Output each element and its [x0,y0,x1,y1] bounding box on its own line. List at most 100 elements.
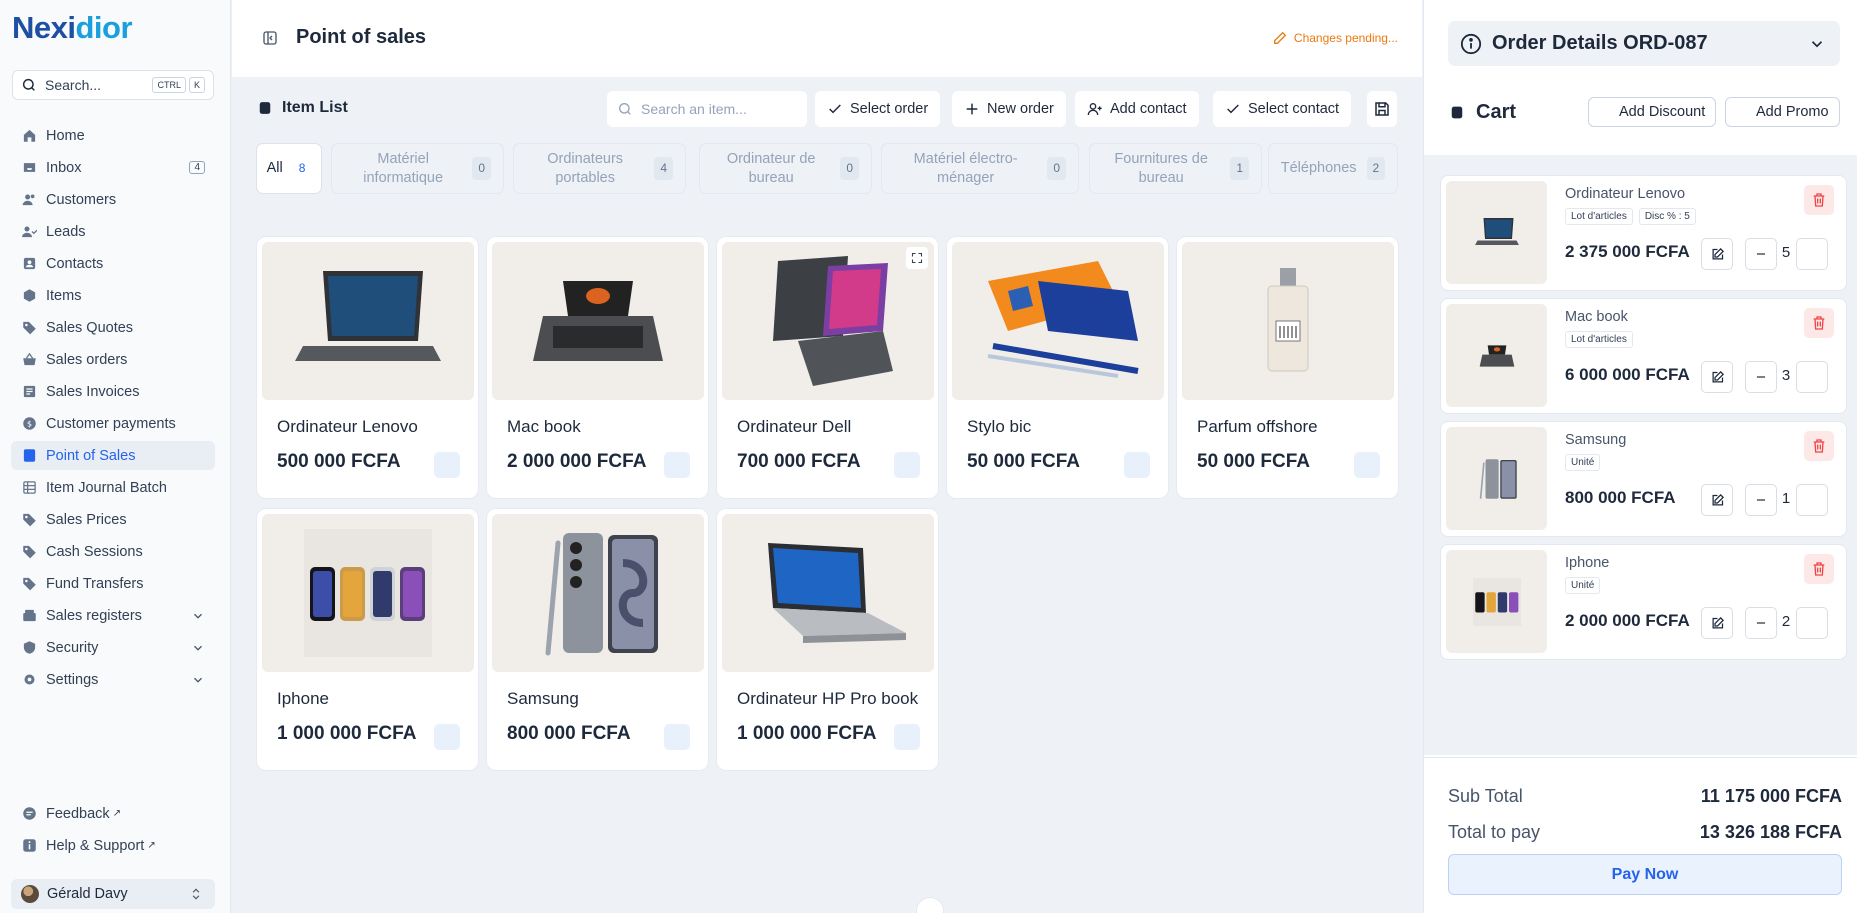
sidebar-item-item-journal-batch[interactable]: Item Journal Batch [11,473,215,502]
edit-item-button[interactable] [1701,238,1733,270]
product-quantity-button[interactable] [894,724,920,750]
sidebar-item-contacts[interactable]: Contacts [11,249,215,278]
decrease-quantity-button[interactable] [1745,361,1777,393]
product-card[interactable]: Iphone 1 000 000 FCFA [256,508,479,771]
product-price: 1 000 000 FCFA [737,723,877,744]
item-search-input[interactable] [641,101,791,117]
minus-icon [1756,622,1766,624]
user-menu[interactable]: Gérald Davy [11,879,215,909]
product-quantity-button[interactable] [434,724,460,750]
sidebar-item-sales-quotes[interactable]: Sales Quotes [11,313,215,342]
product-quantity-button[interactable] [664,724,690,750]
sidebar-item-label: Contacts [46,255,104,272]
chevron-updown-icon [192,888,200,900]
select-contact-button[interactable]: Select contact [1213,91,1352,127]
product-card[interactable]: Ordinateur Dell 700 000 FCFA [716,236,939,499]
product-card[interactable]: Samsung 800 000 FCFA [486,508,709,771]
delete-item-button[interactable] [1804,185,1834,215]
delete-item-button[interactable] [1804,431,1834,461]
product-quantity-button[interactable] [664,452,690,478]
sidebar-item-cash-sessions[interactable]: Cash Sessions [11,537,215,566]
category-tab-materiel-informatique[interactable]: Matériel informatique 0 [331,143,504,194]
product-name: Ordinateur HP Pro book [737,689,919,708]
cart-item-price: 2 375 000 FCFA [1565,242,1690,261]
changes-pending-status: Changes pending... [1272,30,1398,46]
category-tab-fournitures-de-bureau[interactable]: Fournitures de bureau 1 [1089,143,1262,194]
sidebar-item-sales-invoices[interactable]: Sales Invoices [11,377,215,406]
increase-quantity-button[interactable] [1796,361,1828,393]
pay-now-button[interactable]: Pay Now [1448,854,1842,895]
chevron-down-icon [194,677,202,683]
product-card[interactable]: Ordinateur HP Pro book 1 000 000 FCFA [716,508,939,771]
product-card[interactable]: Parfum offshore 50 000 FCFA [1176,236,1399,499]
sidebar-item-label: Sales orders [46,351,128,368]
sidebar-item-security[interactable]: Security [11,633,215,662]
edit-item-button[interactable] [1701,484,1733,516]
sidebar-item-customers[interactable]: Customers [11,185,215,214]
product-card[interactable]: Mac book 2 000 000 FCFA [486,236,709,499]
totals-divider [1424,757,1857,758]
add-contact-button[interactable]: Add contact [1075,91,1199,127]
sidebar-item-sales-registers[interactable]: Sales registers [11,601,215,630]
category-tab-ordinateurs-portables[interactable]: Ordinateurs portables 4 [513,143,686,194]
scroll-up-icon[interactable] [916,897,944,913]
sidebar-item-help-support[interactable]: Help & Support ↗ [11,831,215,860]
product-quantity-button[interactable] [434,452,460,478]
decrease-quantity-button[interactable] [1745,607,1777,639]
add-promo-button[interactable]: Add Promo [1725,97,1840,127]
edit-item-button[interactable] [1701,607,1733,639]
sidebar-item-sales-prices[interactable]: Sales Prices [11,505,215,534]
product-name: Iphone [277,689,329,708]
select-order-button[interactable]: Select order [815,91,941,127]
product-card[interactable]: Ordinateur Lenovo 500 000 FCFA [256,236,479,499]
sidebar-item-customer-payments[interactable]: $ Customer payments [11,409,215,438]
product-image [722,242,934,400]
increase-quantity-button[interactable] [1796,238,1828,270]
pos-icon [259,102,271,114]
sidebar-item-label: Help & Support [46,837,145,854]
new-order-button[interactable]: New order [952,91,1066,127]
category-tab-materiel-electromenager[interactable]: Matériel électro-ménager 0 [881,143,1079,194]
sidebar-item-sales-orders[interactable]: Sales orders [11,345,215,374]
delete-item-button[interactable] [1804,554,1834,584]
product-quantity-button[interactable] [894,452,920,478]
sidebar-item-leads[interactable]: Leads [11,217,215,246]
chevron-down-icon [194,613,202,619]
sidebar-toggle-icon[interactable] [262,30,278,46]
page-header: Point of sales Changes pending... [232,0,1422,77]
sidebar-item-feedback[interactable]: Feedback ↗ [11,799,215,828]
edit-icon [1712,247,1724,259]
increase-quantity-button[interactable] [1796,484,1828,516]
sidebar-item-settings[interactable]: Settings [11,665,215,694]
save-button[interactable] [1367,91,1397,127]
add-discount-button[interactable]: Add Discount [1588,97,1717,127]
category-tab-ordinateur-de-bureau[interactable]: Ordinateur de bureau 0 [699,143,872,194]
product-image [952,242,1164,400]
increase-quantity-button[interactable] [1796,607,1828,639]
sidebar-item-point-of-sales[interactable]: Point of Sales [11,441,215,470]
product-name: Ordinateur Lenovo [277,417,418,436]
edit-item-button[interactable] [1701,361,1733,393]
brand-logo[interactable]: Nexidior [12,10,133,46]
expand-icon[interactable] [906,247,928,269]
global-search[interactable]: Search... CTRL K [12,70,214,100]
cart-item-image [1446,181,1547,284]
minus-icon [1756,253,1766,255]
order-details-header[interactable]: Order Details ORD-087 [1448,21,1840,66]
product-card[interactable]: Stylo bic 50 000 FCFA [946,236,1169,499]
category-tab-telephones[interactable]: Téléphones 2 [1268,143,1398,194]
product-quantity-button[interactable] [1354,452,1380,478]
category-tab-all[interactable]: All 8 [256,143,322,194]
sidebar-item-label: Sales registers [46,607,142,624]
sidebar-item-label: Items [46,287,82,304]
decrease-quantity-button[interactable] [1745,484,1777,516]
product-quantity-button[interactable] [1124,452,1150,478]
sidebar-item-fund-transfers[interactable]: Fund Transfers [11,569,215,598]
delete-item-button[interactable] [1804,308,1834,338]
tag-icon [21,512,37,528]
cart-icon [1451,106,1463,119]
sidebar-item-items[interactable]: Items [11,281,215,310]
sidebar-item-home[interactable]: Home [11,121,215,150]
sidebar-item-inbox[interactable]: Inbox 4 [11,153,215,182]
decrease-quantity-button[interactable] [1745,238,1777,270]
